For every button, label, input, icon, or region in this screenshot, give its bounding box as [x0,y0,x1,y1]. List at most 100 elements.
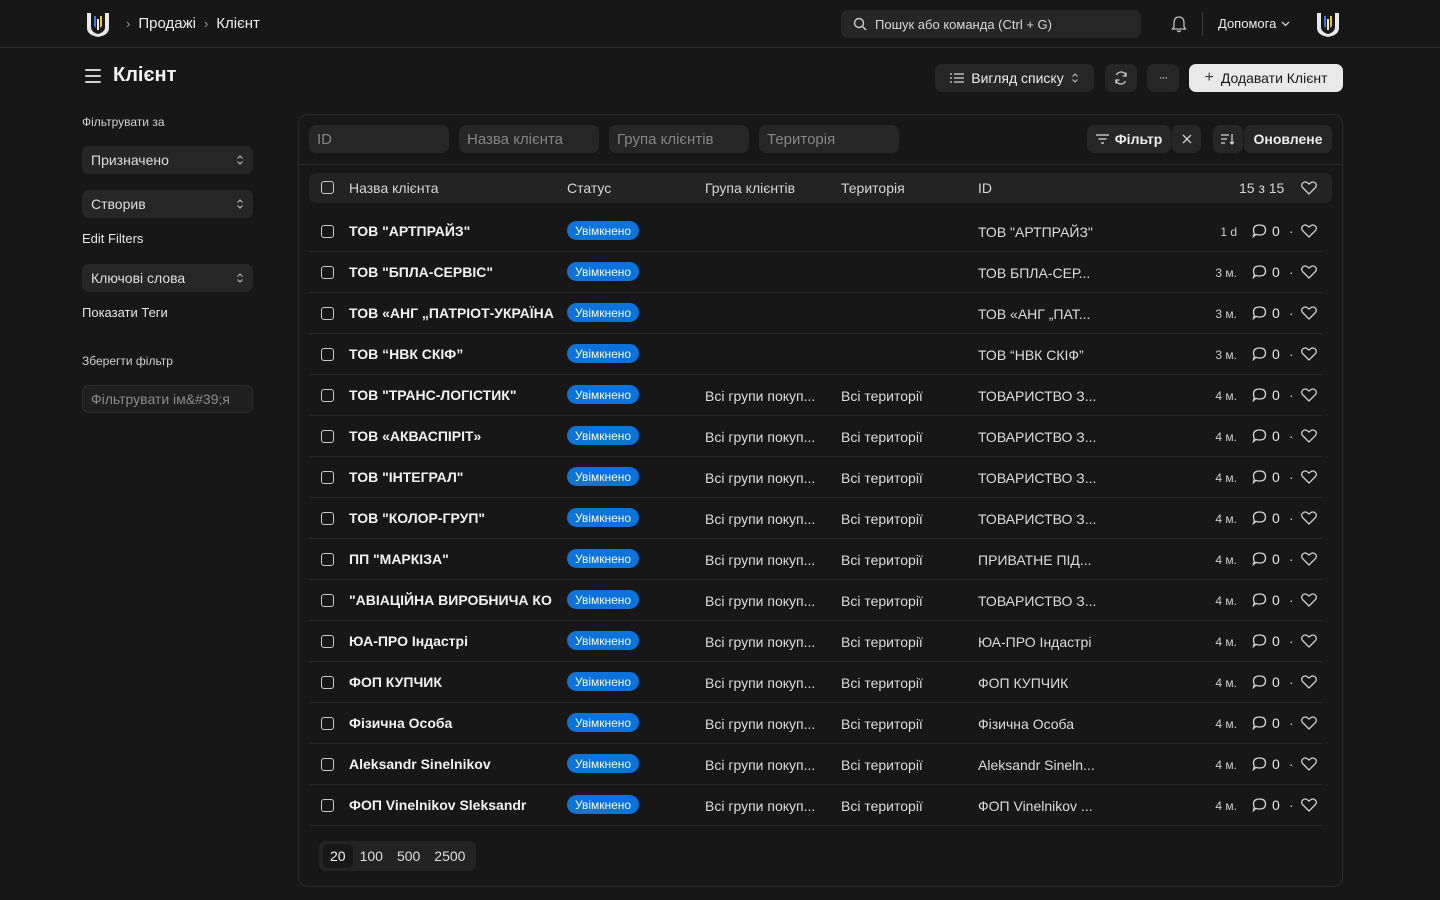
customer-name[interactable]: ТОВ "БПЛА-СЕРВІС" [349,264,555,280]
comments[interactable]: 0 [1252,592,1280,608]
row-checkbox[interactable] [321,266,334,279]
heart-icon[interactable] [1301,798,1317,812]
customer-name[interactable]: ТОВ "ТРАНС-ЛОГІСТИК" [349,387,555,403]
comments[interactable]: 0 [1252,756,1280,772]
customer-name[interactable]: ТОВ «АНГ „ПАТРІОТ-УКРАЇНА [349,305,555,321]
comments[interactable]: 0 [1252,674,1280,690]
row-checkbox[interactable] [321,512,334,525]
id-filter-input[interactable]: ID [309,125,449,153]
comments[interactable]: 0 [1252,633,1280,649]
bell-icon[interactable] [1171,15,1187,33]
customer-name[interactable]: ФОП КУПЧИК [349,674,555,690]
customer-name[interactable]: ТОВ “НВК СКІФ” [349,346,555,362]
row-checkbox[interactable] [321,799,334,812]
heart-icon[interactable] [1301,470,1317,484]
row-checkbox[interactable] [321,307,334,320]
breadcrumb-customer[interactable]: Клієнт [216,15,260,32]
filter-name-input[interactable]: Фільтрувати ім&#39;я [82,385,253,413]
column-header-status[interactable]: Статус [567,180,611,196]
table-row[interactable]: ТОВ "ТРАНС-ЛОГІСТИК" Увімкнено Всі групи п… [309,375,1322,416]
created-by-select[interactable]: Створив [82,190,253,218]
heart-icon[interactable] [1301,224,1317,238]
comments[interactable]: 0 [1252,510,1280,526]
search-bar[interactable]: Пошук або команда (Ctrl + G) [841,10,1141,38]
table-row[interactable]: Aleksandr Sinelnikov Увімкнено Всі групи п… [309,744,1322,785]
heart-icon[interactable] [1301,757,1317,771]
row-checkbox[interactable] [321,430,334,443]
list-view-button[interactable]: Вигляд списку [935,64,1094,92]
column-header-territory[interactable]: Територія [841,180,905,196]
heart-icon[interactable] [1301,388,1317,402]
table-row[interactable]: ТОВ "АРТПРАЙЗ" Увімкнено ТОВ "АРТПРАЙЗ" 1 d… [309,211,1322,252]
comments[interactable]: 0 [1252,305,1280,321]
page-size-20[interactable]: 20 [323,844,353,868]
customer-name[interactable]: ТОВ "ІНТЕГРАЛ" [349,469,555,485]
comments[interactable]: 0 [1252,264,1280,280]
name-filter-input[interactable]: Назва клієнта [459,125,599,153]
heart-icon[interactable] [1301,511,1317,525]
show-tags-link[interactable]: Показати Теги [82,305,168,320]
edit-filters-link[interactable]: Edit Filters [82,231,143,246]
heart-icon[interactable] [1301,716,1317,730]
comments[interactable]: 0 [1252,551,1280,567]
row-checkbox[interactable] [321,471,334,484]
refresh-button[interactable] [1105,64,1137,92]
table-row[interactable]: ТОВ «АКВАСПІРІТ» Увімкнено Всі групи покуп… [309,416,1322,457]
table-row[interactable]: ТОВ "ІНТЕГРАЛ" Увімкнено Всі групи покуп..… [309,457,1322,498]
add-customer-button[interactable]: + Додавати Клієнт [1189,64,1343,92]
table-row[interactable]: ФОП КУПЧИК Увімкнено Всі групи покуп... Всі… [309,662,1322,703]
app-logo-icon[interactable] [85,10,111,38]
heart-icon[interactable] [1301,675,1317,689]
row-checkbox[interactable] [321,389,334,402]
customer-name[interactable]: Фізична Особа [349,715,555,731]
select-all-checkbox[interactable] [321,181,334,194]
row-checkbox[interactable] [321,635,334,648]
customer-name[interactable]: ЮА-ПРО Індастрі [349,633,555,649]
assigned-to-select[interactable]: Призначено [82,146,253,174]
help-dropdown[interactable]: Допомога [1218,16,1290,31]
customer-name[interactable]: ТОВ «АКВАСПІРІТ» [349,428,555,444]
table-row[interactable]: ФОП Vinelnikov Sleksandr Увімкнено Всі гру… [309,785,1322,826]
table-row[interactable]: ЮА-ПРО Індастрі Увімкнено Всі групи покуп.… [309,621,1322,662]
table-row[interactable]: ТОВ «АНГ „ПАТРІОТ-УКРАЇНА Увімкнено ТОВ «А… [309,293,1322,334]
sort-order-button[interactable] [1213,125,1243,153]
customer-name[interactable]: ТОВ "КОЛОР-ГРУП" [349,510,555,526]
page-size-500[interactable]: 500 [390,844,427,868]
column-header-id[interactable]: ID [978,180,992,196]
heart-icon[interactable] [1301,181,1317,195]
row-checkbox[interactable] [321,594,334,607]
heart-icon[interactable] [1301,429,1317,443]
comments[interactable]: 0 [1252,428,1280,444]
tags-select[interactable]: Ключові слова [82,264,253,292]
row-checkbox[interactable] [321,348,334,361]
column-header-group[interactable]: Група клієнтів [705,180,795,196]
table-row[interactable]: ТОВ "КОЛОР-ГРУП" Увімкнено Всі групи покуп… [309,498,1322,539]
row-checkbox[interactable] [321,553,334,566]
page-size-100[interactable]: 100 [353,844,390,868]
comments[interactable]: 0 [1252,223,1280,239]
table-row[interactable]: ТОВ “НВК СКІФ” Увімкнено ТОВ “НВК СКІФ” 3 м… [309,334,1322,375]
clear-filter-button[interactable] [1171,125,1201,153]
customer-name[interactable]: ПП "МАРКІЗА" [349,551,555,567]
user-avatar-logo-icon[interactable] [1315,10,1341,38]
column-header-name[interactable]: Назва клієнта [349,180,439,196]
page-size-2500[interactable]: 2500 [427,844,472,868]
heart-icon[interactable] [1301,634,1317,648]
comments[interactable]: 0 [1252,715,1280,731]
row-checkbox[interactable] [321,676,334,689]
row-checkbox[interactable] [321,717,334,730]
group-filter-input[interactable]: Група клієнтів [609,125,749,153]
heart-icon[interactable] [1301,306,1317,320]
table-row[interactable]: ТОВ "БПЛА-СЕРВІС" Увімкнено ТОВ БПЛА-СЕР..… [309,252,1322,293]
customer-name[interactable]: "АВІАЦІЙНА ВИРОБНИЧА КО [349,592,555,608]
comments[interactable]: 0 [1252,387,1280,403]
menu-icon[interactable] [85,68,101,83]
comments[interactable]: 0 [1252,469,1280,485]
comments[interactable]: 0 [1252,346,1280,362]
filter-button[interactable]: Фільтр [1087,125,1171,153]
customer-name[interactable]: ТОВ "АРТПРАЙЗ" [349,223,555,239]
more-options-button[interactable]: ··· [1147,64,1179,92]
breadcrumb-sales[interactable]: Продажі [138,15,196,32]
sort-field-button[interactable]: Оновлене [1244,125,1332,153]
heart-icon[interactable] [1301,552,1317,566]
